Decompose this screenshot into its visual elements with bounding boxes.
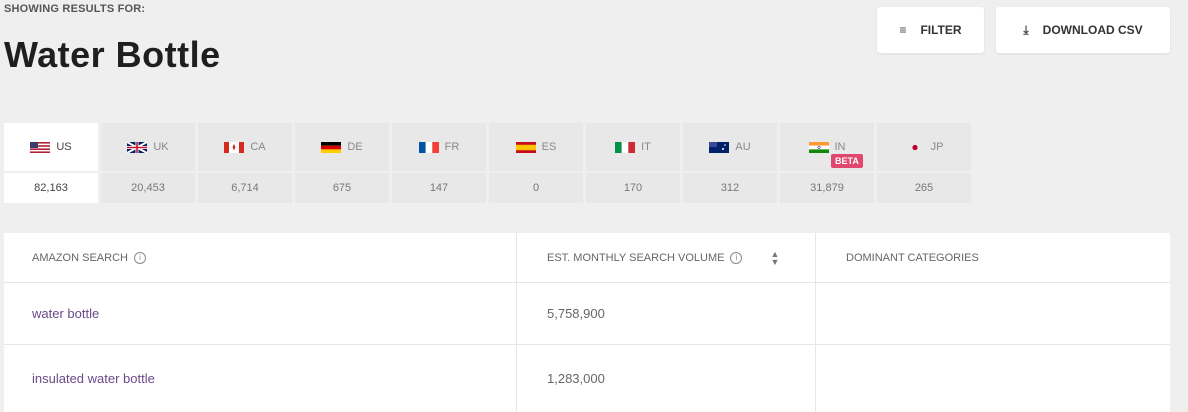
download-csv-button[interactable]: ⤓ DOWNLOAD CSV [996, 7, 1170, 53]
table-row: insulated water bottle 1,283,000 [4, 345, 1170, 412]
tab-label: JP [930, 141, 944, 153]
results-table: AMAZON SEARCH i EST. MONTHLY SEARCH VOLU… [4, 233, 1170, 412]
tab-ca[interactable]: CA 6,714 [198, 123, 292, 203]
tab-jp[interactable]: JP 265 [877, 123, 971, 203]
column-header-volume[interactable]: EST. MONTHLY SEARCH VOLUME i ▲ ▼ [517, 233, 816, 282]
tab-count: 265 [877, 173, 971, 203]
tab-label: UK [153, 141, 169, 153]
tab-count: 147 [392, 173, 486, 203]
filter-button[interactable]: ≡ FILTER [877, 7, 984, 53]
tab-count: 31,879 [780, 173, 874, 203]
es-flag-icon [515, 141, 536, 153]
tab-label: CA [250, 141, 266, 153]
download-button-label: DOWNLOAD CSV [1042, 23, 1143, 37]
tab-count: 0 [489, 173, 583, 203]
tab-es[interactable]: ES 0 [489, 123, 583, 203]
filter-button-label: FILTER [920, 23, 962, 37]
column-header-label: EST. MONTHLY SEARCH VOLUME [547, 251, 725, 264]
tab-label: IT [641, 141, 651, 153]
tab-label: AU [735, 141, 751, 153]
tab-count: 170 [586, 173, 680, 203]
download-icon: ⤓ [1023, 22, 1029, 37]
filter-icon: ≡ [899, 23, 907, 37]
tab-label: DE [347, 141, 363, 153]
it-flag-icon [615, 141, 636, 153]
tab-count: 82,163 [4, 173, 98, 203]
column-header-categories: DOMINANT CATEGORIES [816, 233, 1170, 282]
page-title: Water Bottle [4, 34, 221, 75]
tab-au[interactable]: AU 312 [683, 123, 777, 203]
search-volume: 1,283,000 [547, 371, 605, 386]
keyword-link[interactable]: insulated water bottle [32, 371, 155, 386]
column-header-search: AMAZON SEARCH i [4, 233, 517, 282]
tab-in[interactable]: IN BETA 31,879 [780, 123, 874, 203]
tab-label: ES [541, 141, 557, 153]
table-row: water bottle 5,758,900 [4, 283, 1170, 345]
sort-icon[interactable]: ▲ ▼ [770, 249, 779, 266]
column-header-label: AMAZON SEARCH [32, 251, 128, 264]
info-icon[interactable]: i [730, 251, 743, 264]
marketplace-tabs: US 82,163 UK 20,453 CA 6,714 DE 675 FR 1… [4, 123, 974, 203]
info-icon[interactable]: i [133, 251, 146, 264]
results-label: SHOWING RESULTS FOR: [4, 3, 146, 15]
fr-flag-icon [418, 141, 439, 153]
table-header: AMAZON SEARCH i EST. MONTHLY SEARCH VOLU… [4, 233, 1170, 283]
uk-flag-icon [127, 141, 148, 153]
tab-label: US [56, 141, 72, 153]
tab-count: 20,453 [101, 173, 195, 203]
au-flag-icon [709, 141, 730, 153]
column-header-label: DOMINANT CATEGORIES [846, 251, 979, 264]
keyword-link[interactable]: water bottle [32, 306, 99, 321]
tab-uk[interactable]: UK 20,453 [101, 123, 195, 203]
beta-badge: BETA [831, 154, 863, 168]
tab-count: 312 [683, 173, 777, 203]
in-flag-icon [808, 141, 829, 153]
tab-it[interactable]: IT 170 [586, 123, 680, 203]
tab-de[interactable]: DE 675 [295, 123, 389, 203]
tab-count: 6,714 [198, 173, 292, 203]
search-volume: 5,758,900 [547, 306, 605, 321]
tab-us[interactable]: US 82,163 [4, 123, 98, 203]
jp-flag-icon [904, 141, 925, 153]
tab-count: 675 [295, 173, 389, 203]
de-flag-icon [321, 141, 342, 153]
us-flag-icon [30, 141, 51, 153]
tab-fr[interactable]: FR 147 [392, 123, 486, 203]
ca-flag-icon [224, 141, 245, 153]
tab-label: IN [834, 141, 846, 153]
tab-label: FR [444, 141, 460, 153]
